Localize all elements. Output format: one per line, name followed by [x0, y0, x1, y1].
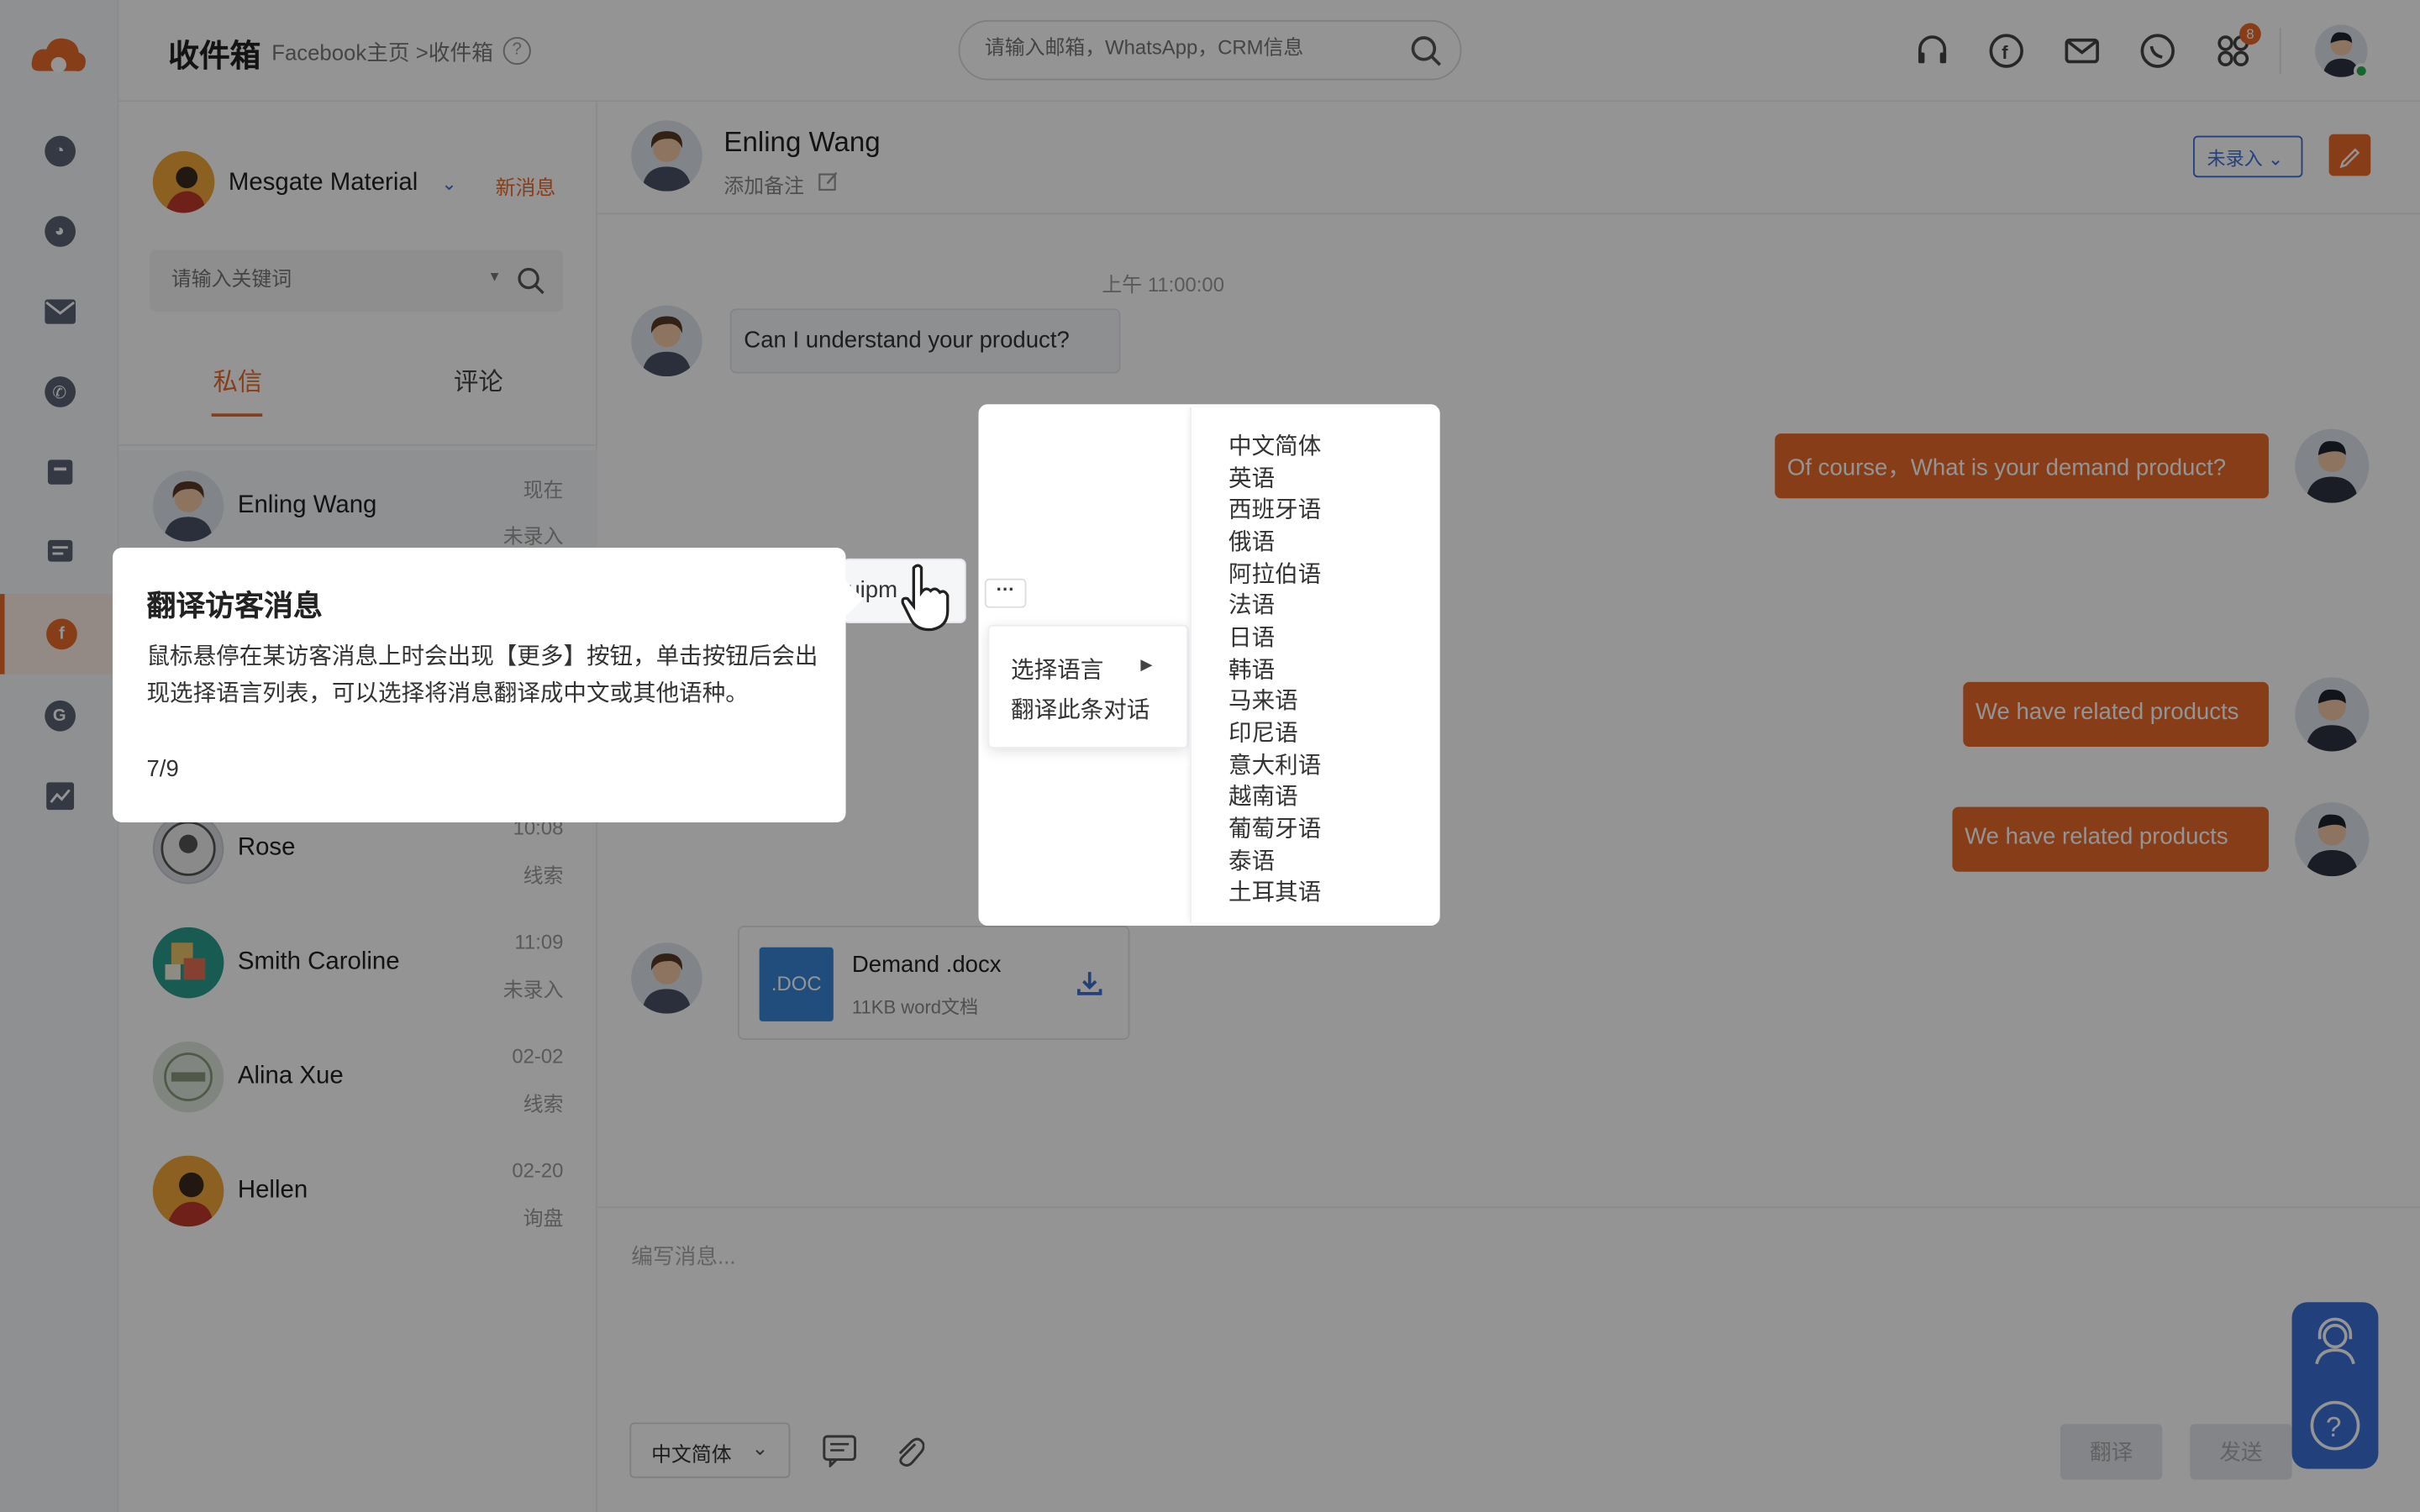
language-list: 中文简体 英语 西班牙语 俄语 阿拉伯语 法语 日语 韩语 马来语 印尼语 意大… [1190, 407, 1437, 923]
language-option[interactable]: 中文简体 [1228, 429, 1321, 462]
tooltip-step-counter: 7/9 [146, 755, 179, 783]
language-option[interactable]: 马来语 [1228, 684, 1298, 717]
language-option[interactable]: 葡萄牙语 [1228, 811, 1321, 844]
more-button[interactable]: ··· [984, 578, 1027, 608]
caret-right-icon: ▶ [1140, 657, 1153, 675]
language-option[interactable]: 法语 [1228, 588, 1275, 621]
language-option[interactable]: 意大利语 [1228, 748, 1321, 781]
language-option[interactable]: 泰语 [1228, 844, 1275, 877]
onboarding-tooltip: 翻译访客消息 鼠标悬停在某访客消息上时会出现【更多】按钮，单击按钮后会出现选择语… [113, 548, 846, 822]
language-option[interactable]: 西班牙语 [1228, 492, 1321, 525]
language-option[interactable]: 日语 [1228, 620, 1275, 653]
language-option[interactable]: 俄语 [1228, 524, 1275, 557]
language-option[interactable]: 阿拉伯语 [1228, 557, 1321, 590]
menu-item-translate-conversation[interactable]: 翻译此条对话 [1011, 693, 1150, 726]
tooltip-body: 鼠标悬停在某访客消息上时会出现【更多】按钮，单击按钮后会出现选择语言列表，可以选… [146, 643, 818, 707]
language-option[interactable]: 印尼语 [1228, 716, 1298, 748]
language-option[interactable]: 土耳其语 [1228, 874, 1321, 907]
pointer-hand-icon [898, 562, 950, 633]
menu-item-select-language[interactable]: 选择语言 [1011, 653, 1103, 685]
tooltip-title: 翻译访客消息 [146, 591, 323, 624]
language-option[interactable]: 韩语 [1228, 653, 1275, 685]
context-menu: 选择语言 ▶ 翻译此条对话 [987, 624, 1189, 748]
language-option[interactable]: 越南语 [1228, 780, 1298, 812]
language-option[interactable]: 英语 [1228, 461, 1275, 494]
